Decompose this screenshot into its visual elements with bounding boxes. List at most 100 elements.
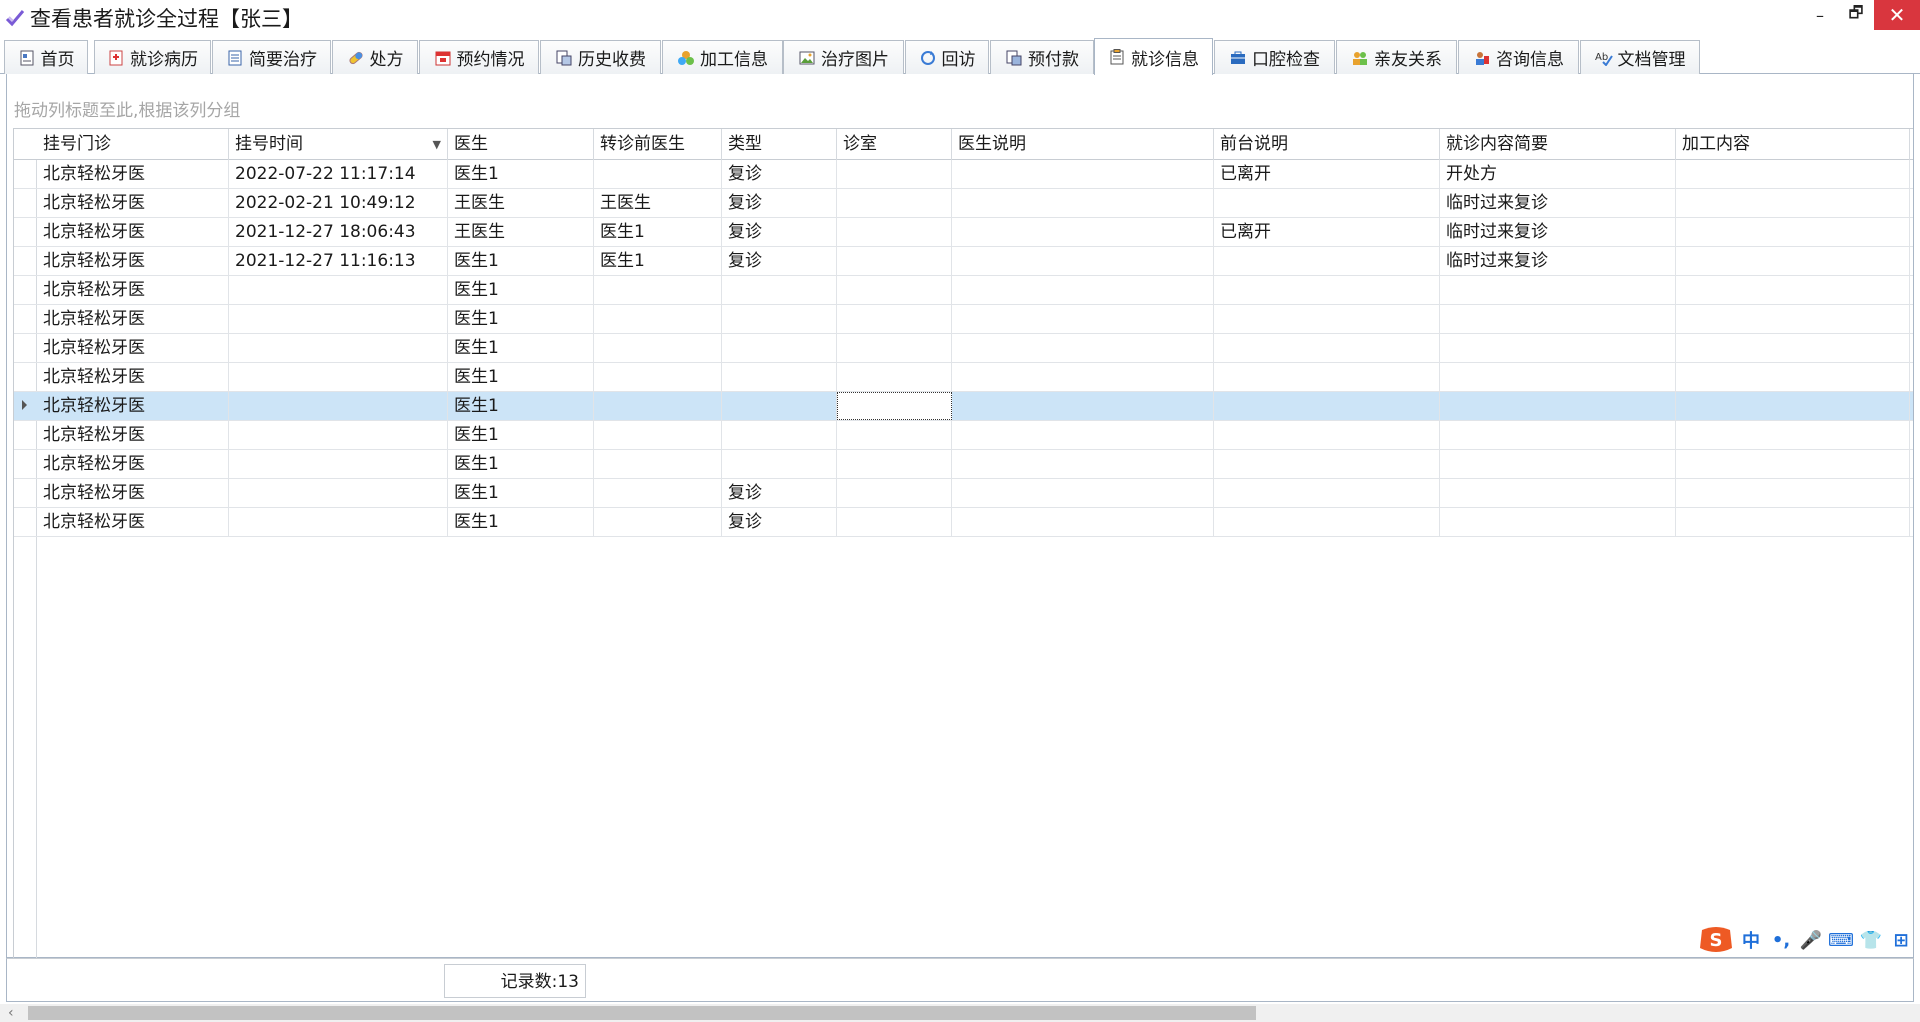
table-cell[interactable] bbox=[1676, 247, 1910, 275]
column-header-7[interactable]: 医生说明 bbox=[952, 129, 1214, 160]
table-cell[interactable]: 王医生 bbox=[594, 189, 722, 217]
table-cell[interactable]: 北京轻松牙医 bbox=[37, 218, 229, 246]
table-row[interactable]: 北京轻松牙医 医生1 复诊 bbox=[14, 508, 1913, 537]
table-cell[interactable]: 医生1 bbox=[448, 508, 594, 536]
tab-7[interactable]: 加工信息 bbox=[662, 40, 783, 74]
table-cell[interactable] bbox=[722, 363, 837, 391]
table-row[interactable]: 北京轻松牙医 2021-12-27 11:16:13 医生1 医生1 复诊 临时过来复诊 bbox=[14, 247, 1913, 276]
tab-15[interactable]: Ab 文档管理 bbox=[1580, 40, 1700, 74]
table-cell[interactable] bbox=[952, 334, 1214, 362]
scroll-left-icon[interactable]: ‹ bbox=[8, 1005, 14, 1021]
table-cell[interactable] bbox=[229, 392, 448, 420]
ime-keyboard-icon[interactable]: ⌨ bbox=[1826, 925, 1856, 955]
column-header-8[interactable]: 前台说明 bbox=[1214, 129, 1440, 160]
table-cell[interactable] bbox=[722, 421, 837, 449]
ime-voice-icon[interactable]: 🎤 bbox=[1796, 925, 1826, 955]
tab-10[interactable]: 预付款 bbox=[990, 40, 1094, 74]
table-cell[interactable] bbox=[1440, 508, 1676, 536]
table-row[interactable]: 北京轻松牙医 医生1 复诊 bbox=[14, 479, 1913, 508]
table-cell[interactable] bbox=[837, 392, 952, 420]
table-cell[interactable] bbox=[594, 392, 722, 420]
table-cell[interactable]: 2022-07-22 11:17:14 bbox=[229, 160, 448, 188]
table-cell[interactable]: 北京轻松牙医 bbox=[37, 247, 229, 275]
table-cell[interactable] bbox=[837, 276, 952, 304]
table-cell[interactable] bbox=[1214, 276, 1440, 304]
table-cell[interactable] bbox=[594, 334, 722, 362]
table-cell[interactable]: 临时过来复诊 bbox=[1440, 189, 1676, 217]
table-cell[interactable] bbox=[952, 218, 1214, 246]
table-cell[interactable] bbox=[837, 247, 952, 275]
table-cell[interactable]: 医生1 bbox=[448, 450, 594, 478]
tab-4[interactable]: 处方 bbox=[332, 40, 418, 74]
table-cell[interactable]: 医生1 bbox=[448, 247, 594, 275]
table-cell[interactable] bbox=[952, 189, 1214, 217]
ime-toolbox-icon[interactable]: ⊞ bbox=[1886, 925, 1916, 955]
table-cell[interactable] bbox=[229, 305, 448, 333]
table-cell[interactable] bbox=[1676, 189, 1910, 217]
table-cell[interactable] bbox=[1676, 450, 1910, 478]
table-cell[interactable] bbox=[229, 508, 448, 536]
table-cell[interactable] bbox=[1214, 189, 1440, 217]
column-header-4[interactable]: 转诊前医生 bbox=[594, 129, 722, 160]
table-cell[interactable] bbox=[1214, 247, 1440, 275]
table-cell[interactable] bbox=[1214, 421, 1440, 449]
table-cell[interactable] bbox=[837, 421, 952, 449]
table-cell[interactable]: 复诊 bbox=[722, 160, 837, 188]
table-cell[interactable]: 2021-12-27 11:16:13 bbox=[229, 247, 448, 275]
table-cell[interactable] bbox=[594, 160, 722, 188]
tab-3[interactable]: 简要治疗 bbox=[212, 40, 331, 74]
table-row[interactable]: 北京轻松牙医 2021-12-27 18:06:43 王医生 医生1 复诊 已离开 临时过来… bbox=[14, 218, 1913, 247]
column-header-5[interactable]: 类型 bbox=[722, 129, 837, 160]
tab-6[interactable]: 历史收费 bbox=[540, 40, 661, 74]
tab-2[interactable]: 就诊病历 bbox=[94, 40, 211, 74]
table-cell[interactable] bbox=[1676, 392, 1910, 420]
table-cell[interactable] bbox=[722, 392, 837, 420]
table-cell[interactable]: 复诊 bbox=[722, 218, 837, 246]
table-cell[interactable] bbox=[229, 421, 448, 449]
table-cell[interactable]: 开处方 bbox=[1440, 160, 1676, 188]
table-cell[interactable]: 北京轻松牙医 bbox=[37, 450, 229, 478]
table-cell[interactable] bbox=[952, 450, 1214, 478]
table-cell[interactable] bbox=[1214, 305, 1440, 333]
table-cell[interactable] bbox=[594, 508, 722, 536]
tab-9[interactable]: 回访 bbox=[905, 40, 989, 74]
table-cell[interactable] bbox=[1440, 363, 1676, 391]
table-cell[interactable] bbox=[1440, 450, 1676, 478]
table-cell[interactable] bbox=[1440, 334, 1676, 362]
table-cell[interactable]: 医生1 bbox=[448, 276, 594, 304]
table-cell[interactable] bbox=[952, 305, 1214, 333]
table-cell[interactable] bbox=[1214, 392, 1440, 420]
column-header-3[interactable]: 医生 bbox=[448, 129, 594, 160]
table-cell[interactable] bbox=[594, 450, 722, 478]
table-cell[interactable]: 复诊 bbox=[722, 479, 837, 507]
table-cell[interactable] bbox=[837, 450, 952, 478]
table-row[interactable]: 北京轻松牙医 2022-07-22 11:17:14 医生1 复诊 已离开 开处方 bbox=[14, 160, 1913, 189]
table-cell[interactable] bbox=[229, 363, 448, 391]
tab-1[interactable]: 首页 bbox=[4, 40, 88, 74]
table-cell[interactable] bbox=[1440, 392, 1676, 420]
ime-punctuation-icon[interactable]: •, bbox=[1766, 925, 1796, 955]
table-cell[interactable] bbox=[952, 421, 1214, 449]
table-cell[interactable] bbox=[952, 160, 1214, 188]
table-cell[interactable] bbox=[1676, 334, 1910, 362]
column-header-6[interactable]: 诊室 bbox=[837, 129, 952, 160]
restore-button[interactable]: 🗗 bbox=[1838, 0, 1874, 30]
column-header-9[interactable]: 就诊内容简要 bbox=[1440, 129, 1676, 160]
table-cell[interactable] bbox=[1214, 450, 1440, 478]
table-cell[interactable]: 北京轻松牙医 bbox=[37, 392, 229, 420]
table-cell[interactable] bbox=[1676, 305, 1910, 333]
table-row[interactable]: 北京轻松牙医 医生1 bbox=[14, 363, 1913, 392]
table-cell[interactable] bbox=[594, 276, 722, 304]
table-cell[interactable] bbox=[1214, 508, 1440, 536]
table-cell[interactable] bbox=[594, 421, 722, 449]
table-cell[interactable] bbox=[229, 276, 448, 304]
table-cell[interactable] bbox=[837, 189, 952, 217]
table-cell[interactable] bbox=[837, 508, 952, 536]
table-cell[interactable]: 医生1 bbox=[448, 160, 594, 188]
column-header-11[interactable]: 收 bbox=[1910, 129, 1913, 160]
table-cell[interactable] bbox=[229, 450, 448, 478]
table-cell[interactable]: 王医生 bbox=[448, 189, 594, 217]
table-cell[interactable] bbox=[952, 508, 1214, 536]
scrollbar-thumb[interactable] bbox=[28, 1006, 1256, 1020]
ime-chinese-mode-icon[interactable]: 中 bbox=[1736, 925, 1766, 955]
